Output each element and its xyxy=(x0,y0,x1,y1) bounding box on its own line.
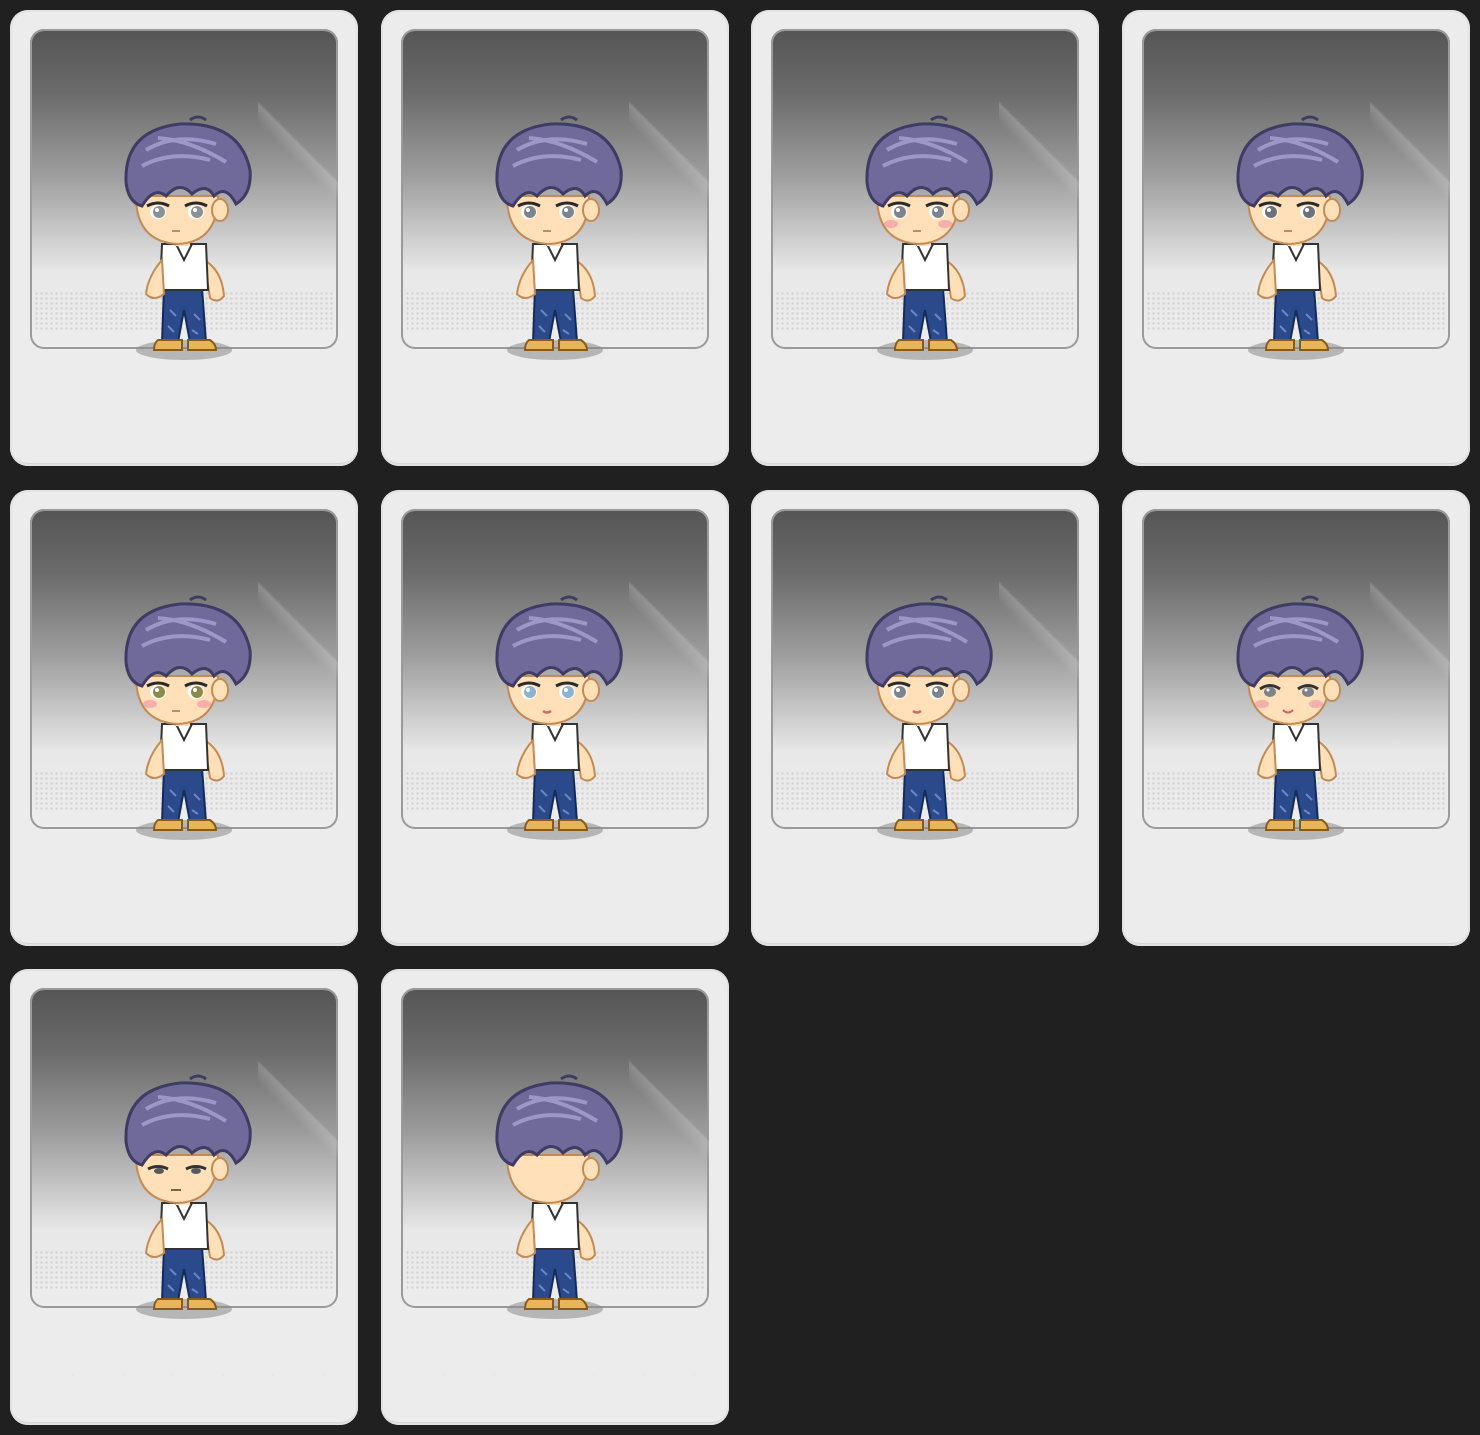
card-footer-pattern xyxy=(771,410,1080,422)
face-option-7[interactable] xyxy=(751,489,1100,946)
face-option-4[interactable] xyxy=(1121,10,1470,466)
face-option-9[interactable] xyxy=(10,969,358,1425)
face-option-1[interactable] xyxy=(10,10,358,466)
character-avatar-icon xyxy=(477,1069,633,1325)
card-footer-pattern xyxy=(400,889,709,902)
card-footer-pattern xyxy=(30,1369,338,1381)
face-selection-grid xyxy=(10,10,1470,1425)
card-footer-pattern xyxy=(30,410,338,422)
card-footer-pattern xyxy=(771,889,1080,902)
character-avatar-icon xyxy=(847,110,1003,366)
character-avatar-icon xyxy=(1218,590,1374,846)
face-option-5[interactable] xyxy=(10,489,358,946)
card-footer-pattern xyxy=(1141,410,1450,422)
card-footer-pattern xyxy=(1141,889,1450,902)
face-option-3[interactable] xyxy=(751,10,1100,466)
face-option-8[interactable] xyxy=(1121,489,1470,946)
character-avatar-icon xyxy=(106,110,262,366)
character-avatar-icon xyxy=(477,110,633,366)
character-avatar-icon xyxy=(106,1069,262,1325)
face-option-10[interactable] xyxy=(380,969,729,1425)
character-avatar-icon xyxy=(106,590,262,846)
character-avatar-icon xyxy=(1218,110,1374,366)
face-option-6[interactable] xyxy=(380,489,729,946)
card-footer-pattern xyxy=(400,410,709,422)
character-avatar-icon xyxy=(847,590,1003,846)
face-option-2[interactable] xyxy=(380,10,729,466)
card-footer-pattern xyxy=(400,1369,709,1381)
character-avatar-icon xyxy=(477,590,633,846)
card-footer-pattern xyxy=(30,889,338,902)
